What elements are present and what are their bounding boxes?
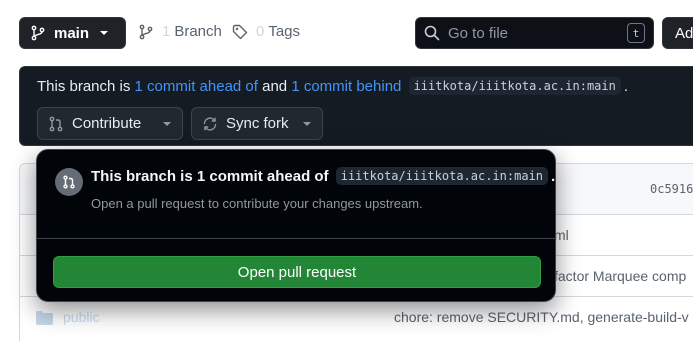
chevron-down-icon xyxy=(163,121,171,126)
popover-title-text: This branch is 1 commit ahead of xyxy=(91,167,329,185)
folder-name-link[interactable]: public xyxy=(63,309,100,325)
pull-request-avatar xyxy=(55,168,83,196)
search-icon xyxy=(424,25,440,41)
chevron-down-icon xyxy=(100,31,109,35)
keyboard-shortcut-hint: t xyxy=(627,23,645,43)
popover-subtitle: Open a pull request to contribute your c… xyxy=(91,196,423,211)
divider xyxy=(37,238,555,239)
upstream-branch-ref: iiitkota/iiitkota.ac.in:main xyxy=(335,167,549,185)
folder-icon xyxy=(36,311,53,325)
popover-period: . xyxy=(551,167,556,185)
git-pull-request-icon xyxy=(49,116,63,131)
git-pull-request-icon xyxy=(63,175,75,189)
commits-behind-link[interactable]: 1 commit behind xyxy=(291,78,401,95)
commits-ahead-link[interactable]: 1 commit ahead of xyxy=(135,78,258,95)
chevron-down-icon xyxy=(303,121,311,126)
tags-count: 0 xyxy=(256,23,265,40)
fork-status-text: This branch is 1 commit ahead of and 1 c… xyxy=(37,77,628,95)
banner-and: and xyxy=(262,77,288,95)
contribute-label: Contribute xyxy=(72,115,142,132)
add-file-button[interactable]: Add xyxy=(662,17,693,49)
contribute-button[interactable]: Contribute xyxy=(37,107,183,140)
tags-label: Tags xyxy=(268,23,301,40)
branches-count: 1 xyxy=(162,23,171,40)
go-to-file-input[interactable]: Go to file t xyxy=(415,17,654,49)
upstream-branch-ref: iiitkota/iiitkota.ac.in:main xyxy=(408,77,621,95)
branches-link[interactable]: 1 Branch xyxy=(138,23,222,40)
commit-sha-link[interactable]: 0c5916 xyxy=(650,182,693,196)
open-pull-request-button[interactable]: Open pull request xyxy=(53,256,541,288)
sync-fork-label: Sync fork xyxy=(226,115,289,132)
commit-message[interactable]: ml xyxy=(554,227,569,243)
search-placeholder: Go to file xyxy=(448,24,509,42)
branches-label: Branch xyxy=(174,23,222,40)
git-branch-icon xyxy=(139,24,153,39)
sync-icon xyxy=(203,116,217,131)
fork-status-banner: This branch is 1 commit ahead of and 1 c… xyxy=(19,66,693,146)
banner-period: . xyxy=(623,77,629,95)
table-row[interactable]: public chore: remove SECURITY.md, genera… xyxy=(20,296,693,337)
tag-icon xyxy=(232,24,248,39)
sync-fork-button[interactable]: Sync fork xyxy=(191,107,323,140)
commit-message[interactable]: chore: remove SECURITY.md, generate-buil… xyxy=(394,309,689,325)
commit-message[interactable]: factor Marquee comp xyxy=(554,268,686,284)
contribute-popover: This branch is 1 commit ahead of iiitkot… xyxy=(36,149,556,302)
branch-selector-button[interactable]: main xyxy=(19,17,126,49)
git-branch-icon xyxy=(31,25,45,41)
branch-name: main xyxy=(54,24,90,42)
popover-title: This branch is 1 commit ahead of iiitkot… xyxy=(91,167,555,185)
tags-link[interactable]: 0 Tags xyxy=(232,23,300,40)
banner-prefix: This branch is xyxy=(37,77,131,95)
